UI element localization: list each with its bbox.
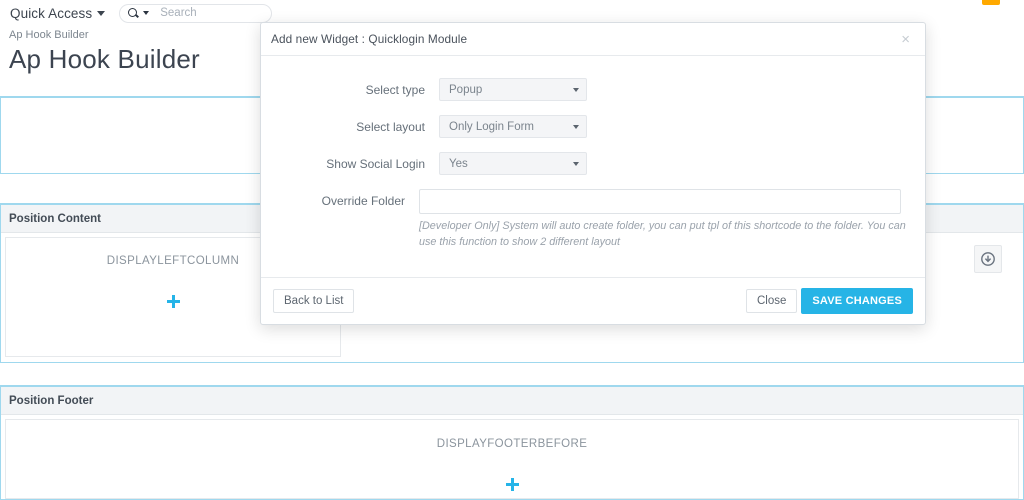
search-box[interactable] [119,3,273,23]
search-input[interactable] [158,6,259,20]
page-root: Quick Access Ap Hook Builder Ap Hook Bui… [0,0,1024,500]
modal-title: Add new Widget : Quicklogin Module [271,32,468,46]
hook-label: DISPLAYLEFTCOLUMN [106,255,240,267]
modal-body: Select type Popup Select layout Only Log… [261,56,925,278]
chevron-down-icon [573,124,579,129]
hook-label: DISPLAYFOOTERBEFORE [436,438,588,450]
field-override-folder: Override Folder [Developer Only] System … [273,189,913,250]
close-button[interactable]: Close [745,289,798,313]
quick-access-label: Quick Access [10,5,93,21]
notification-chip [982,0,1000,5]
chevron-down-icon[interactable] [143,11,150,15]
modal-footer: Back to List Close SAVE CHANGES [261,277,925,324]
breadcrumb: Ap Hook Builder [9,29,89,41]
override-folder-input[interactable] [419,189,901,214]
override-folder-help: [Developer Only] System will auto create… [419,220,906,248]
back-to-list-button[interactable]: Back to List [273,289,355,313]
field-select-layout: Select layout Only Login Form [273,115,913,138]
modal-footer-actions: Close SAVE CHANGES [745,288,913,314]
select-value: Popup [449,83,483,96]
field-label: Show Social Login [326,157,425,171]
modal-header: Add new Widget : Quicklogin Module × [261,23,925,56]
select-value: Yes [449,157,468,170]
field-show-social-login: Show Social Login Yes [273,152,913,175]
plus-icon[interactable] [166,295,180,308]
chevron-down-icon [573,161,579,166]
chevron-down-icon [97,10,106,16]
select-layout-dropdown[interactable]: Only Login Form [439,115,587,138]
circle-arrow-down-icon [981,252,995,266]
chevron-down-icon [573,87,579,92]
hook-box[interactable]: DISPLAYFOOTERBEFORE [5,419,1019,499]
select-type-dropdown[interactable]: Popup [439,78,587,101]
select-value: Only Login Form [449,120,535,133]
field-label: Select type [365,83,425,97]
close-icon[interactable]: × [898,30,913,49]
panel-position-footer: Position Footer DISPLAYFOOTERBEFORE [0,385,1024,500]
save-changes-button[interactable]: SAVE CHANGES [801,288,913,314]
page-title: Ap Hook Builder [9,44,200,74]
field-label: Override Folder [321,194,405,208]
field-select-type: Select type Popup [273,78,913,101]
search-icon [128,7,139,19]
quick-access-menu[interactable]: Quick Access [10,5,106,21]
panel-title: Position Footer [1,387,1023,415]
download-button[interactable] [974,245,1002,273]
add-widget-modal: Add new Widget : Quicklogin Module × Sel… [260,22,926,325]
plus-icon[interactable] [505,478,519,491]
show-social-login-dropdown[interactable]: Yes [439,152,587,175]
field-label: Select layout [356,120,425,134]
